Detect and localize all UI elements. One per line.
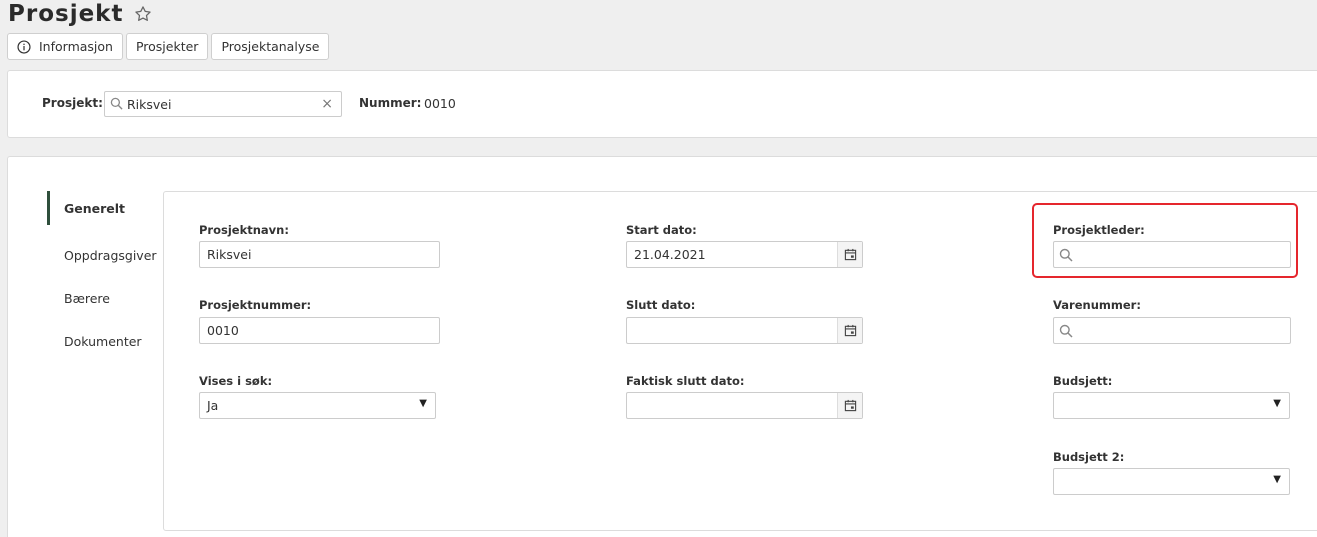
tab-label: Prosjektanalyse bbox=[221, 39, 320, 54]
project-detail-card: Generelt Oppdragsgiver Bærere Dokumenter… bbox=[7, 156, 1317, 537]
varenummer-search-input[interactable] bbox=[1053, 317, 1291, 344]
budsjett2-select[interactable]: ▼ bbox=[1053, 468, 1290, 495]
project-selector-card: Prosjekt: Riksvei × Nummer: 0010 bbox=[7, 70, 1317, 138]
prosjektnavn-input[interactable]: Riksvei bbox=[199, 241, 440, 268]
calendar-icon[interactable] bbox=[837, 393, 862, 418]
dropdown-arrow-icon: ▼ bbox=[419, 398, 427, 409]
side-nav-label: Dokumenter bbox=[64, 334, 142, 349]
start-dato-value: 21.04.2021 bbox=[634, 247, 706, 262]
vises-i-sok-value: Ja bbox=[207, 398, 219, 413]
budsjett-label: Budsjett: bbox=[1053, 374, 1113, 388]
tab-label: Prosjekter bbox=[135, 39, 199, 54]
project-search-input[interactable]: Riksvei × bbox=[104, 91, 342, 117]
side-nav-label: Bærere bbox=[64, 291, 110, 306]
vises-i-sok-label: Vises i søk: bbox=[199, 374, 273, 388]
tab-label: Informasjon bbox=[39, 39, 113, 54]
page-header: Prosjekt bbox=[8, 0, 153, 28]
side-nav: Generelt Oppdragsgiver Bærere Dokumenter bbox=[47, 191, 157, 363]
budsjett2-label: Budsjett 2: bbox=[1053, 450, 1125, 464]
prosjektleder-label: Prosjektleder: bbox=[1053, 223, 1145, 237]
clear-icon[interactable]: × bbox=[321, 96, 333, 112]
search-icon bbox=[1059, 248, 1073, 262]
tab-prosjekter[interactable]: Prosjekter bbox=[125, 33, 209, 60]
side-nav-item-baerere[interactable]: Bærere bbox=[47, 277, 157, 320]
side-nav-label: Oppdragsgiver bbox=[64, 248, 157, 263]
side-nav-label: Generelt bbox=[64, 200, 126, 216]
prosjektnavn-label: Prosjektnavn: bbox=[199, 223, 289, 237]
number-value: 0010 bbox=[424, 96, 456, 111]
start-dato-input[interactable]: 21.04.2021 bbox=[626, 241, 863, 268]
search-icon bbox=[110, 97, 123, 110]
page-title: Prosjekt bbox=[8, 1, 124, 27]
general-form: Prosjektnavn: Riksvei Prosjektnummer: 00… bbox=[163, 191, 1317, 531]
number-label: Nummer: bbox=[359, 96, 422, 110]
faktisk-slutt-dato-label: Faktisk slutt dato: bbox=[626, 374, 745, 388]
side-nav-item-oppdragsgiver[interactable]: Oppdragsgiver bbox=[47, 234, 157, 277]
top-tabs: Informasjon Prosjekter Prosjektanalyse bbox=[7, 33, 330, 60]
dropdown-arrow-icon: ▼ bbox=[1273, 398, 1281, 409]
start-dato-label: Start dato: bbox=[626, 223, 697, 237]
info-icon bbox=[17, 39, 31, 54]
tab-informasjon[interactable]: Informasjon bbox=[7, 33, 123, 60]
vises-i-sok-select[interactable]: Ja ▼ bbox=[199, 392, 436, 419]
calendar-icon[interactable] bbox=[837, 242, 862, 267]
prosjektnummer-input[interactable]: 0010 bbox=[199, 317, 440, 344]
prosjektnummer-label: Prosjektnummer: bbox=[199, 298, 312, 312]
faktisk-slutt-dato-input[interactable] bbox=[626, 392, 863, 419]
search-icon bbox=[1059, 324, 1073, 338]
prosjektleder-search-input[interactable] bbox=[1053, 241, 1291, 268]
star-icon[interactable] bbox=[133, 4, 153, 24]
tab-prosjektanalyse[interactable]: Prosjektanalyse bbox=[211, 33, 330, 60]
calendar-icon[interactable] bbox=[837, 318, 862, 343]
slutt-dato-input[interactable] bbox=[626, 317, 863, 344]
side-nav-item-dokumenter[interactable]: Dokumenter bbox=[47, 320, 157, 363]
project-label: Prosjekt: bbox=[42, 96, 103, 110]
project-search-value: Riksvei bbox=[127, 97, 172, 112]
dropdown-arrow-icon: ▼ bbox=[1273, 474, 1281, 485]
budsjett-select[interactable]: ▼ bbox=[1053, 392, 1290, 419]
side-nav-item-generelt[interactable]: Generelt bbox=[47, 191, 157, 225]
varenummer-label: Varenummer: bbox=[1053, 298, 1141, 312]
slutt-dato-label: Slutt dato: bbox=[626, 298, 696, 312]
